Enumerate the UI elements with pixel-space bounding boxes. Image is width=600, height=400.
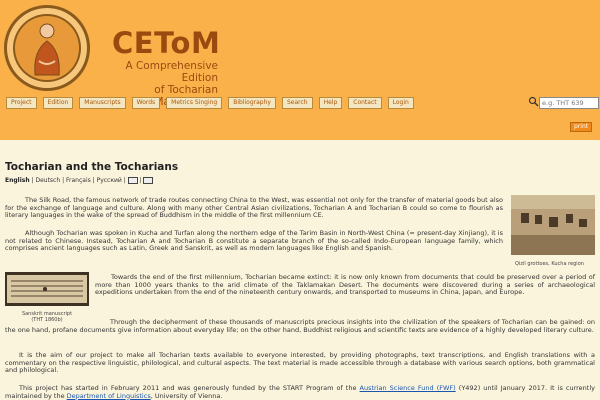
intro-paragraph-5: It is the aim of our project to make all… [5, 351, 595, 375]
linguistics-department-link[interactable]: Department of Linguistics [67, 392, 151, 400]
nav-words[interactable]: Words [131, 97, 161, 109]
intro-paragraph-1: The Silk Road, the famous network of tra… [5, 196, 503, 220]
nav-help[interactable]: Help [318, 97, 343, 109]
site-header: CEToM A Comprehensive Edition of Tochari… [0, 0, 600, 140]
nav-edition[interactable]: Edition [42, 97, 74, 109]
manuscript-image-icon [5, 272, 89, 306]
lang-russian[interactable]: Русский [97, 177, 122, 184]
lang-japanese-flag-icon[interactable] [143, 177, 154, 184]
lang-chinese-flag-icon[interactable] [127, 177, 138, 184]
nav-metrics-singing[interactable]: Metrics Singing [166, 97, 223, 109]
nav-bibliography[interactable]: Bibliography [228, 97, 276, 109]
manuscript-photo [5, 272, 89, 306]
nav-contact[interactable]: Contact [348, 97, 382, 109]
site-title: CEToM [112, 26, 221, 60]
search-icon[interactable] [528, 96, 539, 107]
page-title: Tocharian and the Tocharians [5, 161, 179, 173]
intro-paragraph-2: Although Tocharian was spoken in Kucha a… [5, 229, 503, 253]
nav-login[interactable]: Login [387, 97, 414, 109]
main-content: Tocharian and the Tocharians English | D… [0, 140, 600, 400]
qizil-grottoes-photo [511, 195, 595, 255]
intro-paragraph-4: Through the decipherment of these thousa… [5, 318, 595, 334]
print-button[interactable]: print [570, 122, 593, 132]
cave-caption: Qizil grottoes, Kucha region [515, 261, 584, 267]
cetom-seal-logo[interactable] [4, 5, 90, 91]
search-input[interactable] [539, 97, 599, 109]
nav-project[interactable]: Project [6, 97, 37, 109]
language-switcher: English | Deutsch | Français | Русский |… [5, 177, 154, 184]
intro-paragraph-3: Towards the end of the first millennium,… [95, 273, 595, 297]
intro-paragraph-6: This project has started in February 201… [5, 384, 595, 400]
lang-english[interactable]: English [5, 177, 30, 184]
nav-search[interactable]: Search [281, 97, 313, 109]
lang-francais[interactable]: Français [66, 177, 91, 184]
fwf-link[interactable]: Austrian Science Fund (FWF) [360, 384, 456, 392]
nav-manuscripts[interactable]: Manuscripts [79, 97, 126, 109]
monk-figure-icon [34, 23, 60, 76]
main-nav: Project Edition Manuscripts Words Metric… [6, 97, 414, 109]
cave-image-icon [511, 195, 595, 255]
lang-deutsch[interactable]: Deutsch [35, 177, 60, 184]
